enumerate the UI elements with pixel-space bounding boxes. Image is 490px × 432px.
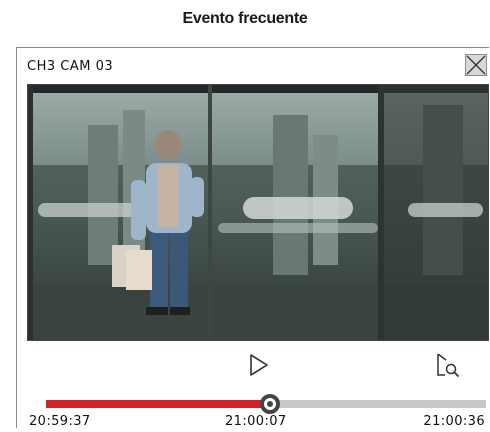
timeline-slider[interactable] xyxy=(46,394,486,414)
close-icon xyxy=(466,55,486,75)
current-time: 21:00:07 xyxy=(225,414,287,429)
end-time: 21:00:36 xyxy=(423,414,485,429)
search-button[interactable] xyxy=(435,351,461,379)
timeline-handle[interactable] xyxy=(260,394,281,414)
search-icon xyxy=(437,353,460,378)
page-heading: Evento frecuente xyxy=(182,10,308,27)
close-button[interactable] xyxy=(465,54,487,76)
start-time: 20:59:37 xyxy=(29,414,91,429)
camera-title: CH3 CAM 03 xyxy=(27,59,114,74)
play-icon xyxy=(250,354,268,376)
timeline-played xyxy=(46,400,271,408)
video-frame[interactable] xyxy=(27,84,489,341)
event-dialog: CH3 CAM 03 20:59:37 21:00:07 21:00:36 xyxy=(16,47,489,429)
play-button[interactable] xyxy=(249,354,269,376)
video-image xyxy=(28,85,488,340)
